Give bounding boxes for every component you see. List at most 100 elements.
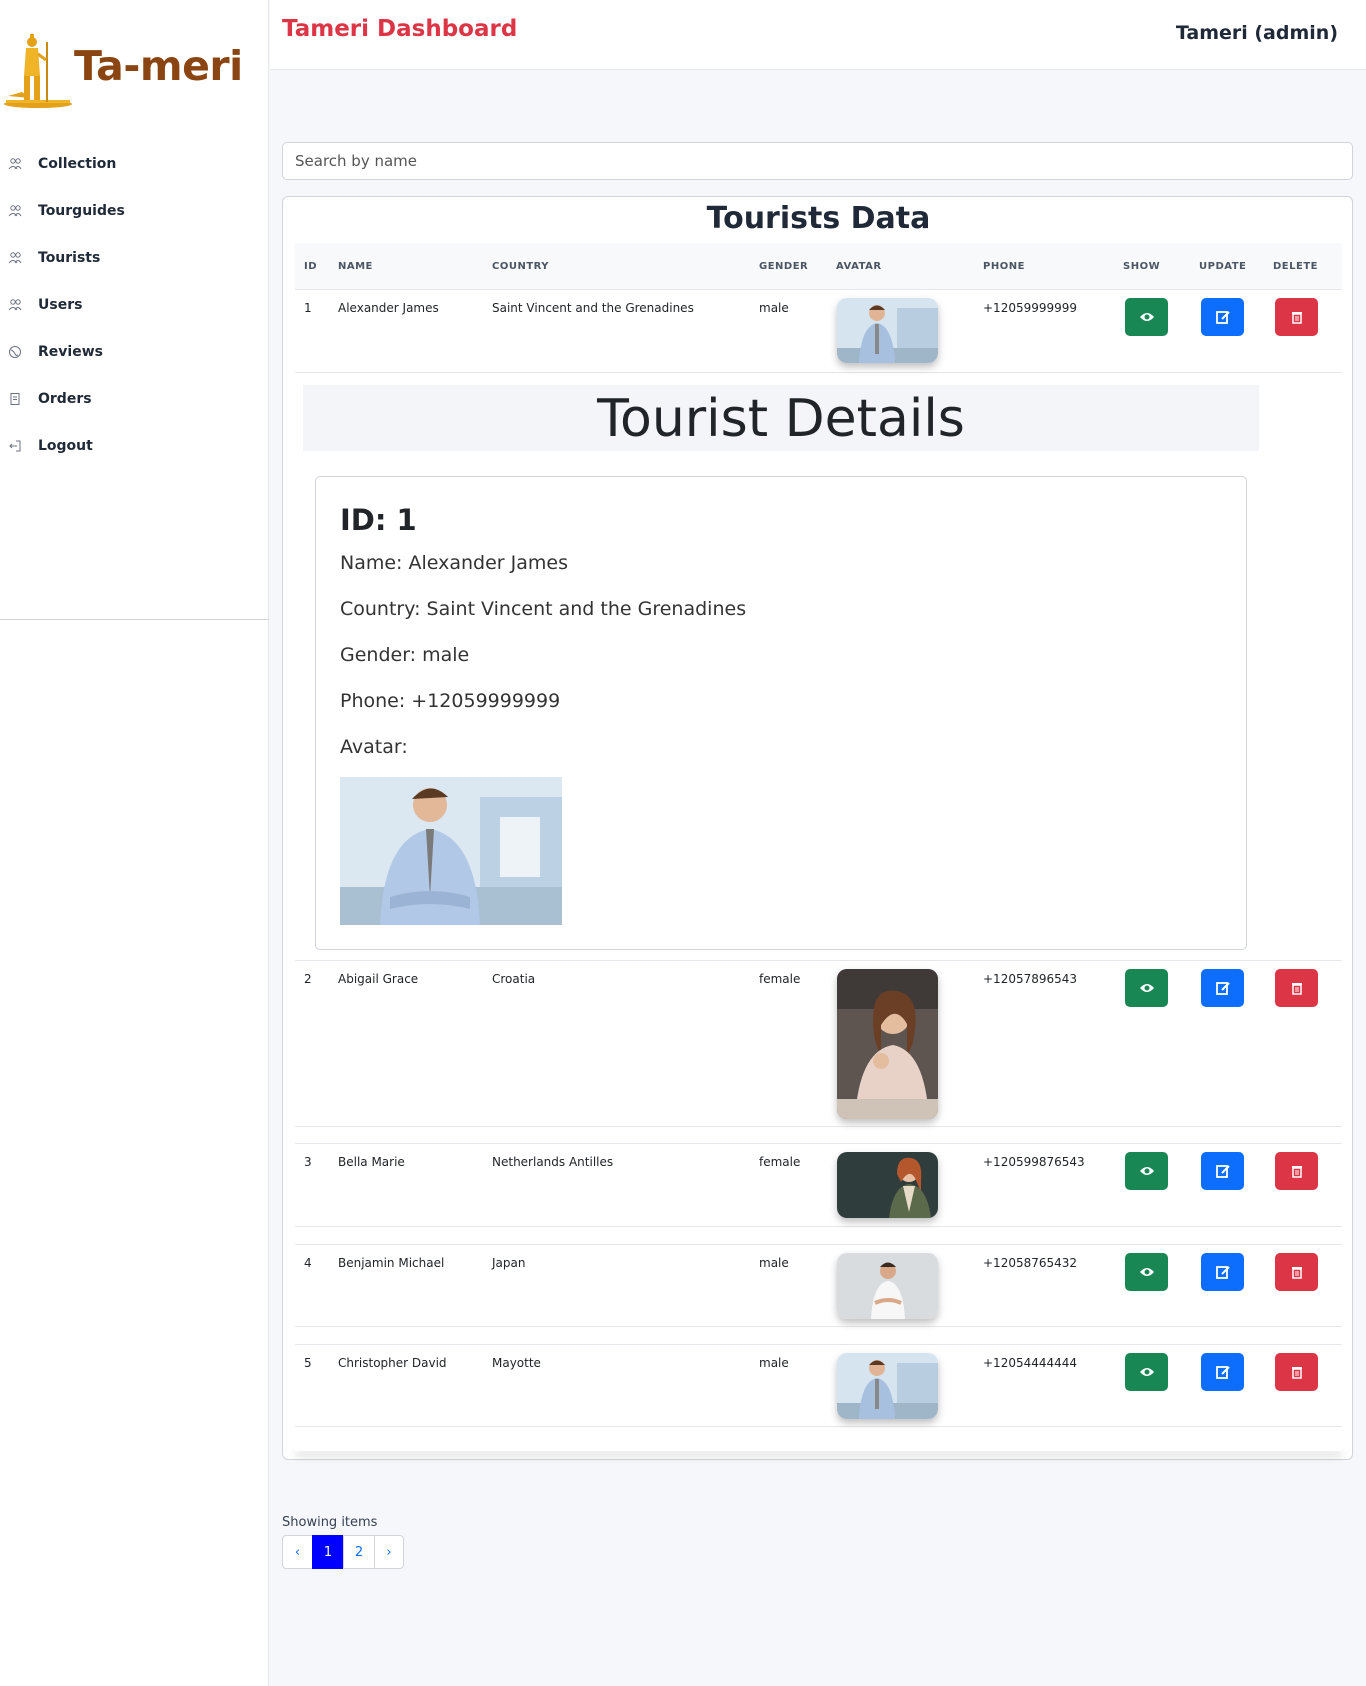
pagination-page-1[interactable]: 1 (312, 1535, 344, 1569)
show-button[interactable] (1125, 1253, 1168, 1291)
cell-phone: +12059999999 (983, 301, 1078, 315)
delete-button[interactable] (1275, 298, 1318, 336)
cell-country: Saint Vincent and the Grenadines (492, 301, 694, 315)
cell-phone: +120599876543 (983, 1155, 1085, 1169)
show-button[interactable] (1125, 1353, 1168, 1391)
avatar (837, 1152, 938, 1218)
trash-icon (1291, 1367, 1302, 1379)
cell-id: 1 (304, 301, 312, 315)
sidebar-item-tourists[interactable]: Tourists (0, 234, 269, 281)
update-button[interactable] (1201, 1152, 1244, 1190)
show-button[interactable] (1125, 298, 1168, 336)
column-header-name: NAME (338, 261, 373, 272)
users-icon (8, 204, 22, 216)
column-header-phone: PHONE (983, 261, 1025, 272)
eye-icon (1139, 984, 1154, 992)
cell-name: Benjamin Michael (338, 1256, 445, 1270)
page-title: Tameri Dashboard (282, 16, 518, 42)
sidebar-item-logout[interactable]: Logout (0, 422, 269, 469)
table-row: 3 Bella Marie Netherlands Antilles femal… (295, 1143, 1342, 1227)
column-header-country: COUNTRY (492, 261, 550, 272)
column-header-avatar: AVATAR (836, 261, 882, 272)
document-icon (10, 392, 20, 405)
details-avatar-label: Avatar: (340, 736, 408, 758)
delete-button[interactable] (1275, 1353, 1318, 1391)
details-country: Country: Saint Vincent and the Grenadine… (340, 598, 747, 620)
delete-button[interactable] (1275, 1152, 1318, 1190)
table-title: Tourists Data (706, 201, 931, 236)
sidebar-item-collection[interactable]: Collection (0, 140, 269, 187)
details-phone: Phone: +12059999999 (340, 690, 561, 712)
cell-gender: female (759, 1155, 801, 1169)
cell-country: Japan (492, 1256, 526, 1270)
users-icon (8, 157, 22, 169)
cell-name: Abigail Grace (338, 972, 419, 986)
edit-icon (1215, 982, 1230, 995)
sidebar-item-orders[interactable]: Orders (0, 375, 269, 422)
details-card: ID: 1 Name: Alexander James Country: Sai… (315, 476, 1247, 950)
trash-icon (1291, 1267, 1302, 1279)
brand-logo[interactable]: Ta-meri (0, 28, 260, 113)
cell-gender: male (759, 301, 789, 315)
pagination-page-2[interactable]: 2 (343, 1535, 375, 1569)
sidebar-item-reviews[interactable]: Reviews (0, 328, 269, 375)
cell-name: Bella Marie (338, 1155, 405, 1169)
sidebar-item-label: Collection (38, 155, 117, 172)
column-header-update: UPDATE (1199, 261, 1247, 272)
update-button[interactable] (1201, 1353, 1244, 1391)
trash-icon (1291, 983, 1302, 995)
edit-icon (1215, 1165, 1230, 1178)
update-button[interactable] (1201, 298, 1244, 336)
cell-country: Croatia (492, 972, 536, 986)
show-button[interactable] (1125, 1152, 1168, 1190)
edit-icon (1215, 311, 1230, 324)
users-icon (8, 298, 22, 310)
pagination: ‹ 1 2 › (282, 1535, 404, 1569)
sidebar-item-label: Orders (38, 390, 92, 407)
table-header: ID NAME COUNTRY GENDER AVATAR PHONE SHOW… (295, 243, 1342, 290)
avatar (837, 1253, 938, 1319)
eye-icon (1139, 1368, 1154, 1376)
search-input[interactable] (282, 142, 1353, 180)
avatar (837, 298, 938, 363)
cell-name: Alexander James (338, 301, 439, 315)
details-name: Name: Alexander James (340, 552, 568, 574)
logo-text: Ta-meri (74, 42, 243, 90)
cell-name: Christopher David (338, 1356, 447, 1370)
cell-gender: male (759, 1256, 789, 1270)
eye-icon (1139, 1167, 1154, 1175)
column-header-gender: GENDER (759, 261, 809, 272)
cell-id: 4 (304, 1256, 312, 1270)
globe-icon (9, 345, 21, 358)
trash-icon (1291, 1166, 1302, 1178)
update-button[interactable] (1201, 969, 1244, 1007)
table-row: 2 Abigail Grace Croatia female +12057896… (295, 960, 1342, 1127)
sidebar-item-label: Logout (38, 437, 93, 454)
table-row: 4 Benjamin Michael Japan male +120587654… (295, 1244, 1342, 1327)
update-button[interactable] (1201, 1253, 1244, 1291)
pagination-next-button[interactable]: › (374, 1535, 404, 1569)
sidebar-item-tourguides[interactable]: Tourguides (0, 187, 269, 234)
sidebar-item-label: Reviews (38, 343, 103, 360)
pharaoh-figure-icon (4, 34, 72, 108)
cell-gender: female (759, 972, 801, 986)
edit-icon (1215, 1266, 1230, 1279)
sidebar-item-users[interactable]: Users (0, 281, 269, 328)
sidebar-item-label: Tourists (38, 249, 101, 266)
cell-country: Netherlands Antilles (492, 1155, 614, 1169)
column-header-id: ID (304, 261, 318, 272)
show-button[interactable] (1125, 969, 1168, 1007)
details-banner: Tourist Details (303, 385, 1259, 451)
edit-icon (1215, 1366, 1230, 1379)
logout-icon (9, 440, 21, 451)
eye-icon (1139, 1268, 1154, 1276)
pagination-prev-button[interactable]: ‹ (282, 1535, 313, 1569)
cell-phone: +12057896543 (983, 972, 1078, 986)
sidebar-item-label: Tourguides (38, 202, 125, 219)
details-title: Tourist Details (597, 389, 965, 449)
current-user[interactable]: Tameri (admin) (1176, 22, 1338, 44)
delete-button[interactable] (1275, 1253, 1318, 1291)
table-bottom-shadow (295, 1445, 1342, 1451)
column-header-delete: DELETE (1273, 261, 1318, 272)
delete-button[interactable] (1275, 969, 1318, 1007)
